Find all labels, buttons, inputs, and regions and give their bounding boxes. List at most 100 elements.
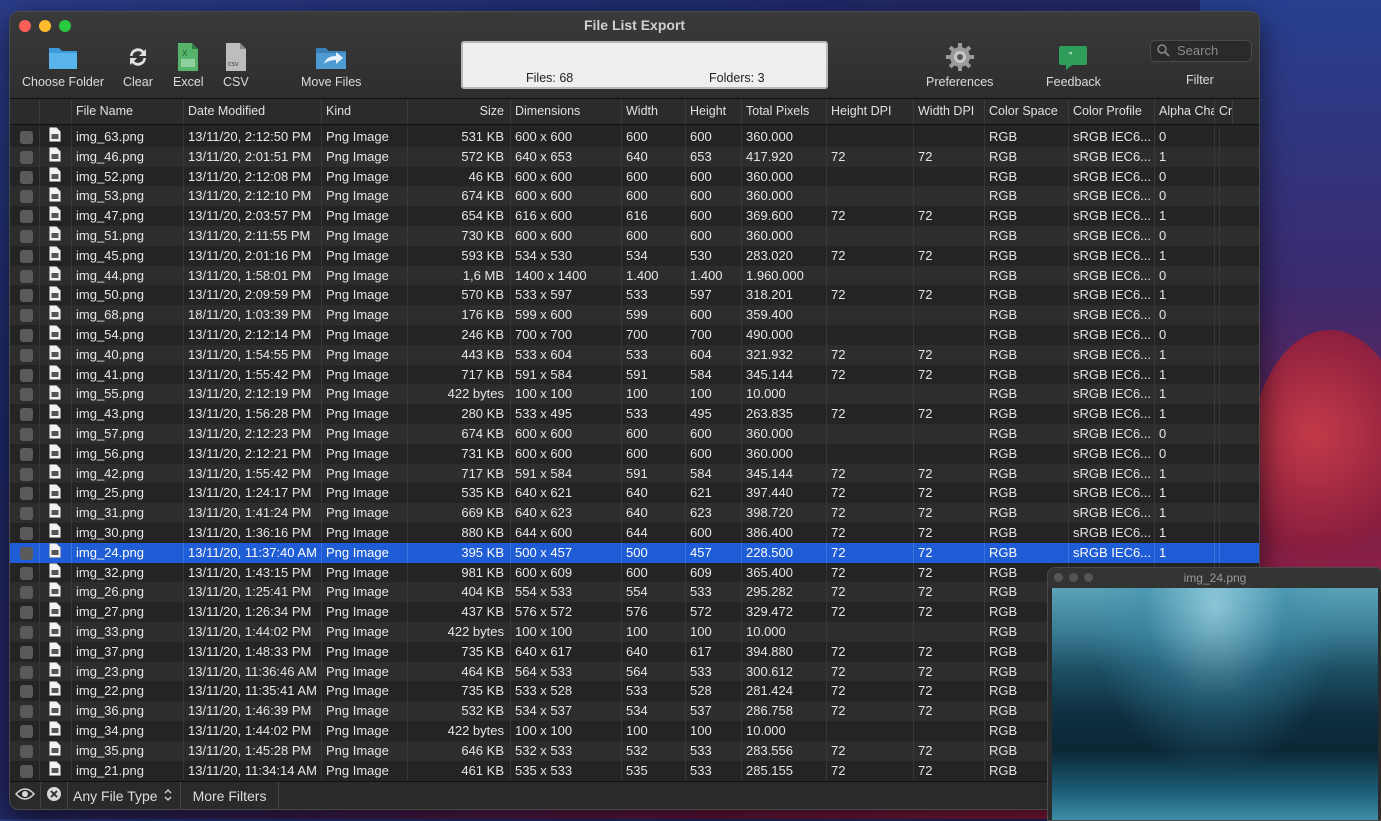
header-check-column[interactable] xyxy=(10,99,40,124)
table-row[interactable]: img_31.png 13/11/20, 1:41:24 PM Png Image 6… xyxy=(10,503,1259,523)
table-row[interactable]: img_54.png 13/11/20, 2:12:14 PM Png Image 2… xyxy=(10,324,1259,345)
table-row[interactable]: img_50.png 13/11/20, 2:09:59 PM Png Image 5… xyxy=(10,285,1259,306)
table-row[interactable]: img_44.png 13/11/20, 1:58:01 PM Png Image 1… xyxy=(10,265,1259,286)
row-checkbox-cell[interactable] xyxy=(10,661,40,682)
row-checkbox[interactable] xyxy=(20,566,33,580)
preferences-button[interactable]: Preferences xyxy=(926,42,993,89)
row-checkbox[interactable] xyxy=(20,744,33,758)
column-header-height-dpi[interactable]: Height DPI xyxy=(827,99,914,124)
row-checkbox-cell[interactable] xyxy=(10,720,40,741)
row-checkbox-cell[interactable] xyxy=(10,285,40,306)
row-checkbox[interactable] xyxy=(20,705,33,719)
row-checkbox-cell[interactable] xyxy=(10,443,40,464)
column-header-alpha-channel[interactable]: Alpha Chan... xyxy=(1155,99,1215,124)
row-checkbox[interactable] xyxy=(20,665,33,679)
row-checkbox[interactable] xyxy=(20,170,33,184)
row-checkbox[interactable] xyxy=(20,764,33,778)
row-checkbox[interactable] xyxy=(20,645,33,659)
preview-zoom-button[interactable] xyxy=(1084,573,1093,582)
table-row[interactable]: img_51.png 13/11/20, 2:11:55 PM Png Image 7… xyxy=(10,225,1259,246)
column-header-file-name[interactable]: File Name xyxy=(72,99,184,124)
column-header-total-pixels[interactable]: Total Pixels xyxy=(742,99,827,124)
table-row[interactable]: img_55.png 13/11/20, 2:12:19 PM Png Image 4… xyxy=(10,384,1259,405)
row-checkbox-cell[interactable] xyxy=(10,483,40,504)
table-row[interactable]: img_47.png 13/11/20, 2:03:57 PM Png Image 6… xyxy=(10,206,1259,226)
row-checkbox-cell[interactable] xyxy=(10,641,40,662)
table-row[interactable]: img_63.png 13/11/20, 2:12:50 PM Png Image 5… xyxy=(10,127,1259,147)
row-checkbox[interactable] xyxy=(20,527,33,540)
row-checkbox-cell[interactable] xyxy=(10,305,40,325)
row-checkbox[interactable] xyxy=(20,289,33,303)
row-checkbox[interactable] xyxy=(20,368,33,382)
clear-button[interactable]: Clear xyxy=(123,42,153,89)
row-checkbox-cell[interactable] xyxy=(10,127,40,147)
table-row[interactable]: img_41.png 13/11/20, 1:55:42 PM Png Image 7… xyxy=(10,364,1259,385)
row-checkbox-cell[interactable] xyxy=(10,701,40,721)
column-header-dimensions[interactable]: Dimensions xyxy=(511,99,622,124)
preview-close-button[interactable] xyxy=(1054,573,1063,582)
table-row[interactable]: img_57.png 13/11/20, 2:12:23 PM Png Image 6… xyxy=(10,423,1259,444)
row-checkbox-cell[interactable] xyxy=(10,186,40,207)
row-checkbox[interactable] xyxy=(20,269,33,283)
search-field[interactable]: Search xyxy=(1150,40,1252,62)
row-checkbox[interactable] xyxy=(20,724,33,738)
row-checkbox-cell[interactable] xyxy=(10,344,40,365)
row-checkbox[interactable] xyxy=(20,329,33,343)
row-checkbox[interactable] xyxy=(20,131,33,145)
preview-toggle-button[interactable] xyxy=(10,782,41,809)
row-checkbox[interactable] xyxy=(20,249,33,263)
row-checkbox[interactable] xyxy=(20,447,33,461)
table-row[interactable]: img_43.png 13/11/20, 1:56:28 PM Png Image 2… xyxy=(10,404,1259,424)
preview-window[interactable]: img_24.png xyxy=(1047,567,1381,821)
table-row[interactable]: img_45.png 13/11/20, 2:01:16 PM Png Image 5… xyxy=(10,245,1259,266)
row-checkbox[interactable] xyxy=(20,348,33,362)
table-row[interactable]: img_56.png 13/11/20, 2:12:21 PM Png Image 7… xyxy=(10,443,1259,464)
row-checkbox[interactable] xyxy=(20,507,33,521)
column-header-color-space[interactable]: Color Space xyxy=(985,99,1069,124)
row-checkbox-cell[interactable] xyxy=(10,522,40,543)
row-checkbox-cell[interactable] xyxy=(10,404,40,424)
row-checkbox-cell[interactable] xyxy=(10,324,40,345)
row-checkbox-cell[interactable] xyxy=(10,245,40,266)
row-checkbox-cell[interactable] xyxy=(10,760,40,781)
table-row[interactable]: img_40.png 13/11/20, 1:54:55 PM Png Image 4… xyxy=(10,344,1259,365)
clear-filter-button[interactable] xyxy=(41,782,68,809)
row-checkbox[interactable] xyxy=(20,150,33,164)
column-header-date-modified[interactable]: Date Modified xyxy=(184,99,322,124)
preview-minimize-button[interactable] xyxy=(1069,573,1078,582)
csv-export-button[interactable]: csv CSV xyxy=(223,42,249,89)
row-checkbox[interactable] xyxy=(20,210,33,224)
more-filters-button[interactable]: More Filters xyxy=(181,782,280,809)
column-header-height[interactable]: Height xyxy=(686,99,742,124)
row-checkbox-cell[interactable] xyxy=(10,681,40,702)
row-checkbox[interactable] xyxy=(20,408,33,422)
row-checkbox-cell[interactable] xyxy=(10,582,40,603)
row-checkbox-cell[interactable] xyxy=(10,265,40,286)
choose-folder-button[interactable]: Choose Folder xyxy=(22,42,104,89)
column-header-width[interactable]: Width xyxy=(622,99,686,124)
column-header-kind[interactable]: Kind xyxy=(322,99,408,124)
header-icon-column[interactable] xyxy=(40,99,72,124)
row-checkbox-cell[interactable] xyxy=(10,602,40,622)
row-checkbox-cell[interactable] xyxy=(10,621,40,642)
row-checkbox-cell[interactable] xyxy=(10,542,40,563)
column-header-width-dpi[interactable]: Width DPI xyxy=(914,99,985,124)
row-checkbox[interactable] xyxy=(20,606,33,620)
row-checkbox[interactable] xyxy=(20,309,33,323)
row-checkbox[interactable] xyxy=(20,230,33,244)
row-checkbox-cell[interactable] xyxy=(10,225,40,246)
row-checkbox[interactable] xyxy=(20,586,33,600)
column-header-cr[interactable]: Cr xyxy=(1215,99,1234,124)
row-checkbox-cell[interactable] xyxy=(10,206,40,226)
excel-export-button[interactable]: X Excel xyxy=(173,42,204,89)
move-files-button[interactable]: Move Files xyxy=(301,42,361,89)
row-checkbox-cell[interactable] xyxy=(10,384,40,405)
table-row[interactable]: img_68.png 18/11/20, 1:03:39 PM Png Image 1… xyxy=(10,305,1259,325)
row-checkbox[interactable] xyxy=(20,388,33,402)
table-row[interactable]: img_30.png 13/11/20, 1:36:16 PM Png Image 8… xyxy=(10,522,1259,543)
row-checkbox[interactable] xyxy=(20,467,33,481)
feedback-button[interactable]: " Feedback xyxy=(1046,42,1101,89)
row-checkbox-cell[interactable] xyxy=(10,423,40,444)
row-checkbox[interactable] xyxy=(20,428,33,442)
row-checkbox[interactable] xyxy=(20,625,33,639)
